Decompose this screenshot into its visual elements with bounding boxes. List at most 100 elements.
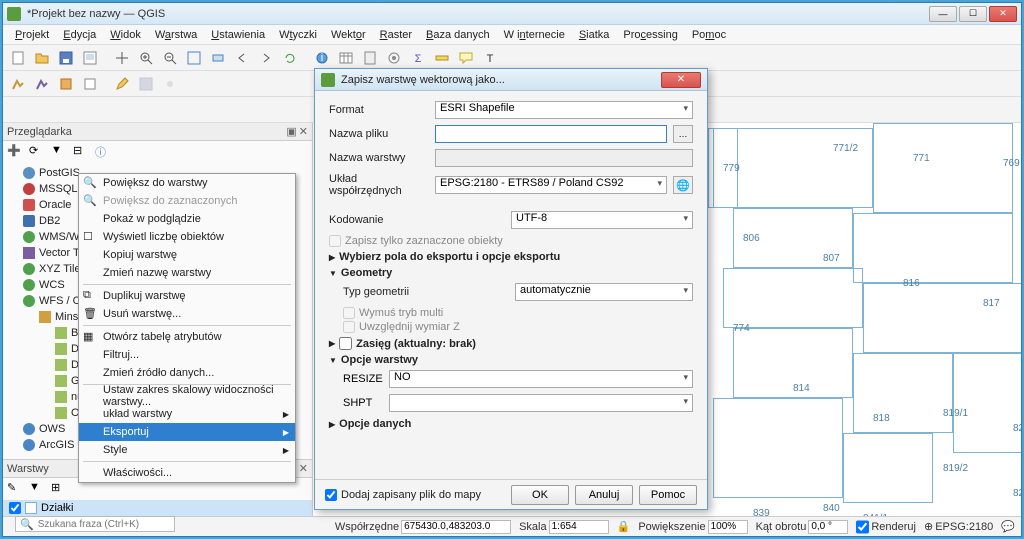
layer-style-icon[interactable]: ✎ [7,481,23,497]
search-input[interactable] [38,519,170,530]
save-icon[interactable] [55,47,77,69]
statistics-icon[interactable]: Σ [407,47,429,69]
layer-expand-icon[interactable]: ⊞ [51,481,67,497]
zoom-last-icon[interactable] [231,47,253,69]
maximize-button[interactable]: ☐ [959,6,987,22]
browser-refresh-icon[interactable]: ⟳ [29,144,45,160]
browse-button[interactable]: … [673,125,693,143]
ctx-styles[interactable]: Style▶ [79,441,295,459]
menu-warstwa[interactable]: Warstwa [149,27,203,43]
epsg-field[interactable]: ⊕EPSG:2180 [924,520,993,533]
menu-pomoc[interactable]: Pomoc [686,27,732,43]
menu-ustawienia[interactable]: Ustawienia [205,27,271,43]
ctx-zoom-layer[interactable]: 🔍Powiększ do warstwy [79,174,295,192]
ctx-layer-crs[interactable]: układ warstwy▶ [79,405,295,423]
ctx-remove-layer[interactable]: 🗑Usuń warstwę... [79,305,295,323]
rotation-input[interactable] [808,520,848,534]
layer-visibility-checkbox[interactable] [9,502,21,514]
menu-edycja[interactable]: Edycja [57,27,102,43]
dialog-close-button[interactable]: ✕ [661,72,701,88]
add-vector-icon[interactable] [7,73,29,95]
zoom-next-icon[interactable] [255,47,277,69]
ctx-show-overview[interactable]: Pokaż w podglądzie [79,210,295,228]
ctx-scale-visibility[interactable]: Ustaw zakres skalowy widoczności warstwy… [79,387,295,405]
layers-close-icon[interactable]: ✕ [299,462,308,475]
browser-props-icon[interactable]: ⓘ [95,144,111,160]
zoom-layer-icon[interactable] [207,47,229,69]
add-to-map-checkbox[interactable] [325,489,337,501]
browser-undock-icon[interactable]: ▣ [286,125,296,138]
identify-icon[interactable]: i [311,47,333,69]
browser-filter-icon[interactable]: ▼ [51,144,67,160]
browser-close-icon[interactable]: ✕ [299,125,308,138]
new-geopackage-icon[interactable] [55,73,77,95]
ctx-rename-layer[interactable]: Zmień nazwę warstwy [79,264,295,282]
open-project-icon[interactable] [31,47,53,69]
new-shapefile-icon[interactable] [31,73,53,95]
extent-section-head[interactable]: ▶Zasięg (aktualny: brak) [329,337,693,350]
save-edits-icon[interactable] [135,73,157,95]
dataopts-section-head[interactable]: ▶Opcje danych [329,418,693,430]
measure-icon[interactable] [431,47,453,69]
zoom-full-icon[interactable] [183,47,205,69]
messages-icon[interactable]: 💬 [1001,520,1015,533]
ctx-properties[interactable]: Właściwości... [79,464,295,482]
annotation-icon[interactable]: T [479,47,501,69]
ctx-show-count[interactable]: ☐Wyświetl liczbę obiektów [79,228,295,246]
zoom-in-icon[interactable] [135,47,157,69]
encoding-select[interactable]: UTF-8 [511,211,693,229]
pan-icon[interactable] [111,47,133,69]
menu-baza[interactable]: Baza danych [420,27,496,43]
attribute-table-icon[interactable] [335,47,357,69]
help-button[interactable]: Pomoc [639,485,697,505]
maptips-icon[interactable] [455,47,477,69]
resize-select[interactable]: NO [389,370,693,388]
menu-raster[interactable]: Raster [374,27,418,43]
close-button[interactable]: ✕ [989,6,1017,22]
format-select[interactable]: ESRI Shapefile [435,101,693,119]
ctx-filter[interactable]: Filtruj... [79,346,295,364]
lock-icon[interactable]: 🔒 [617,520,631,533]
browser-collapse-icon[interactable]: ⊟ [73,144,89,160]
magnify-input[interactable] [708,520,748,534]
new-memory-icon[interactable] [79,73,101,95]
zoom-out-icon[interactable] [159,47,181,69]
cancel-button[interactable]: Anuluj [575,485,633,505]
ctx-attribute-table[interactable]: ▦Otwórz tabelę atrybutów [79,328,295,346]
menu-processing[interactable]: Processing [617,27,683,43]
coords-input[interactable] [401,520,511,534]
add-feature-icon[interactable] [159,73,181,95]
menu-wtyczki[interactable]: Wtyczki [273,27,323,43]
new-project-icon[interactable] [7,47,29,69]
layer-item[interactable]: Działki [3,500,312,516]
refresh-icon[interactable] [279,47,301,69]
ok-button[interactable]: OK [511,485,569,505]
scale-input[interactable] [549,520,609,534]
minimize-button[interactable]: — [929,6,957,22]
render-checkbox[interactable] [856,520,869,534]
ctx-change-source[interactable]: Zmień źródło danych... [79,364,295,382]
fields-section-head[interactable]: ▶Wybierz pola do eksportu i opcje ekspor… [329,251,693,263]
layeropts-section-head[interactable]: ▼Opcje warstwy [329,354,693,366]
edit-toggle-icon[interactable] [111,73,133,95]
menu-projekt[interactable]: Projekt [9,27,55,43]
locator-search[interactable]: 🔍 [15,516,175,532]
crs-browse-button[interactable]: 🌐 [673,176,693,194]
layer-filter-icon[interactable]: ▼ [29,481,45,497]
menu-widok[interactable]: Widok [104,27,147,43]
new-layout-icon[interactable] [79,47,101,69]
browser-add-icon[interactable]: ➕ [7,144,23,160]
layername-input[interactable] [435,149,693,167]
filename-input[interactable] [435,125,667,143]
menu-internet[interactable]: W internecie [498,27,571,43]
menu-wektor[interactable]: Wektor [325,27,372,43]
ctx-copy-layer[interactable]: Kopiuj warstwę [79,246,295,264]
geometry-section-head[interactable]: ▼Geometry [329,267,693,279]
ctx-export[interactable]: Eksportuj▶ [79,423,295,441]
crs-select[interactable]: EPSG:2180 - ETRS89 / Poland CS92 [435,176,667,194]
menu-siatka[interactable]: Siatka [573,27,616,43]
geomtype-select[interactable]: automatycznie [515,283,693,301]
ctx-duplicate-layer[interactable]: ⧉Duplikuj warstwę [79,287,295,305]
shpt-select[interactable] [389,394,693,412]
calculator-icon[interactable] [359,47,381,69]
